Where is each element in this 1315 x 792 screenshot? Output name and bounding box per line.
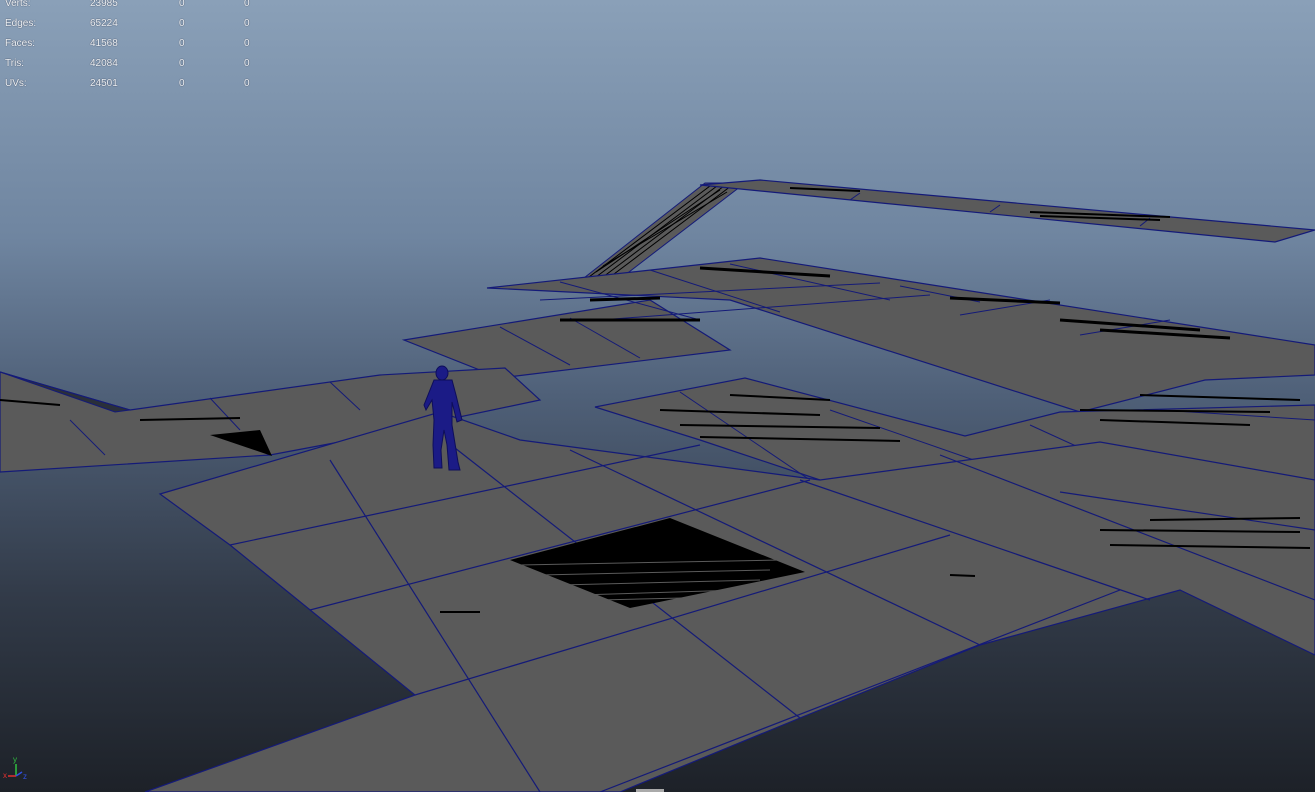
hud-components: 0 xyxy=(244,0,250,9)
hud-label: Tris: xyxy=(5,58,25,69)
axis-z-label: z xyxy=(23,772,27,781)
heads-up-poly-count: Verts: 23985 0 0 Edges: 65224 0 0 Faces:… xyxy=(0,0,260,94)
hud-components: 0 xyxy=(244,38,250,49)
hud-components: 0 xyxy=(244,78,250,89)
mid-platform xyxy=(401,257,1315,413)
hud-total: 41568 xyxy=(90,38,118,49)
hud-selected: 0 xyxy=(179,18,185,29)
hud-row-edges: Edges: 65224 0 0 xyxy=(0,14,260,34)
hud-selected: 0 xyxy=(179,38,185,49)
hud-components: 0 xyxy=(244,18,250,29)
hud-components: 0 xyxy=(244,58,250,69)
hud-total: 23985 xyxy=(90,0,118,9)
hud-selected: 0 xyxy=(179,78,185,89)
hud-label: Verts: xyxy=(5,0,31,9)
main-floor xyxy=(144,411,1315,792)
hud-selected: 0 xyxy=(179,0,185,9)
upper-walkway xyxy=(699,179,1315,243)
hud-row-faces: Faces: 41568 0 0 xyxy=(0,34,260,54)
hud-row-verts: Verts: 23985 0 0 xyxy=(0,0,260,14)
axis-y-label: y xyxy=(13,755,17,764)
hud-total: 65224 xyxy=(90,18,118,29)
axis-gizmo-icon: y x z xyxy=(3,755,27,781)
hud-label: Edges: xyxy=(5,18,37,29)
axis-x-label: x xyxy=(3,771,7,780)
hud-selected: 0 xyxy=(179,58,185,69)
hud-total: 24501 xyxy=(90,78,118,89)
hud-label: Faces: xyxy=(5,38,36,49)
hud-row-uvs: UVs: 24501 0 0 xyxy=(0,74,260,94)
hud-label: UVs: xyxy=(5,78,27,89)
hud-total: 42084 xyxy=(90,58,118,69)
hud-row-tris: Tris: 42084 0 0 xyxy=(0,54,260,74)
viewport-3d[interactable] xyxy=(0,0,1315,792)
